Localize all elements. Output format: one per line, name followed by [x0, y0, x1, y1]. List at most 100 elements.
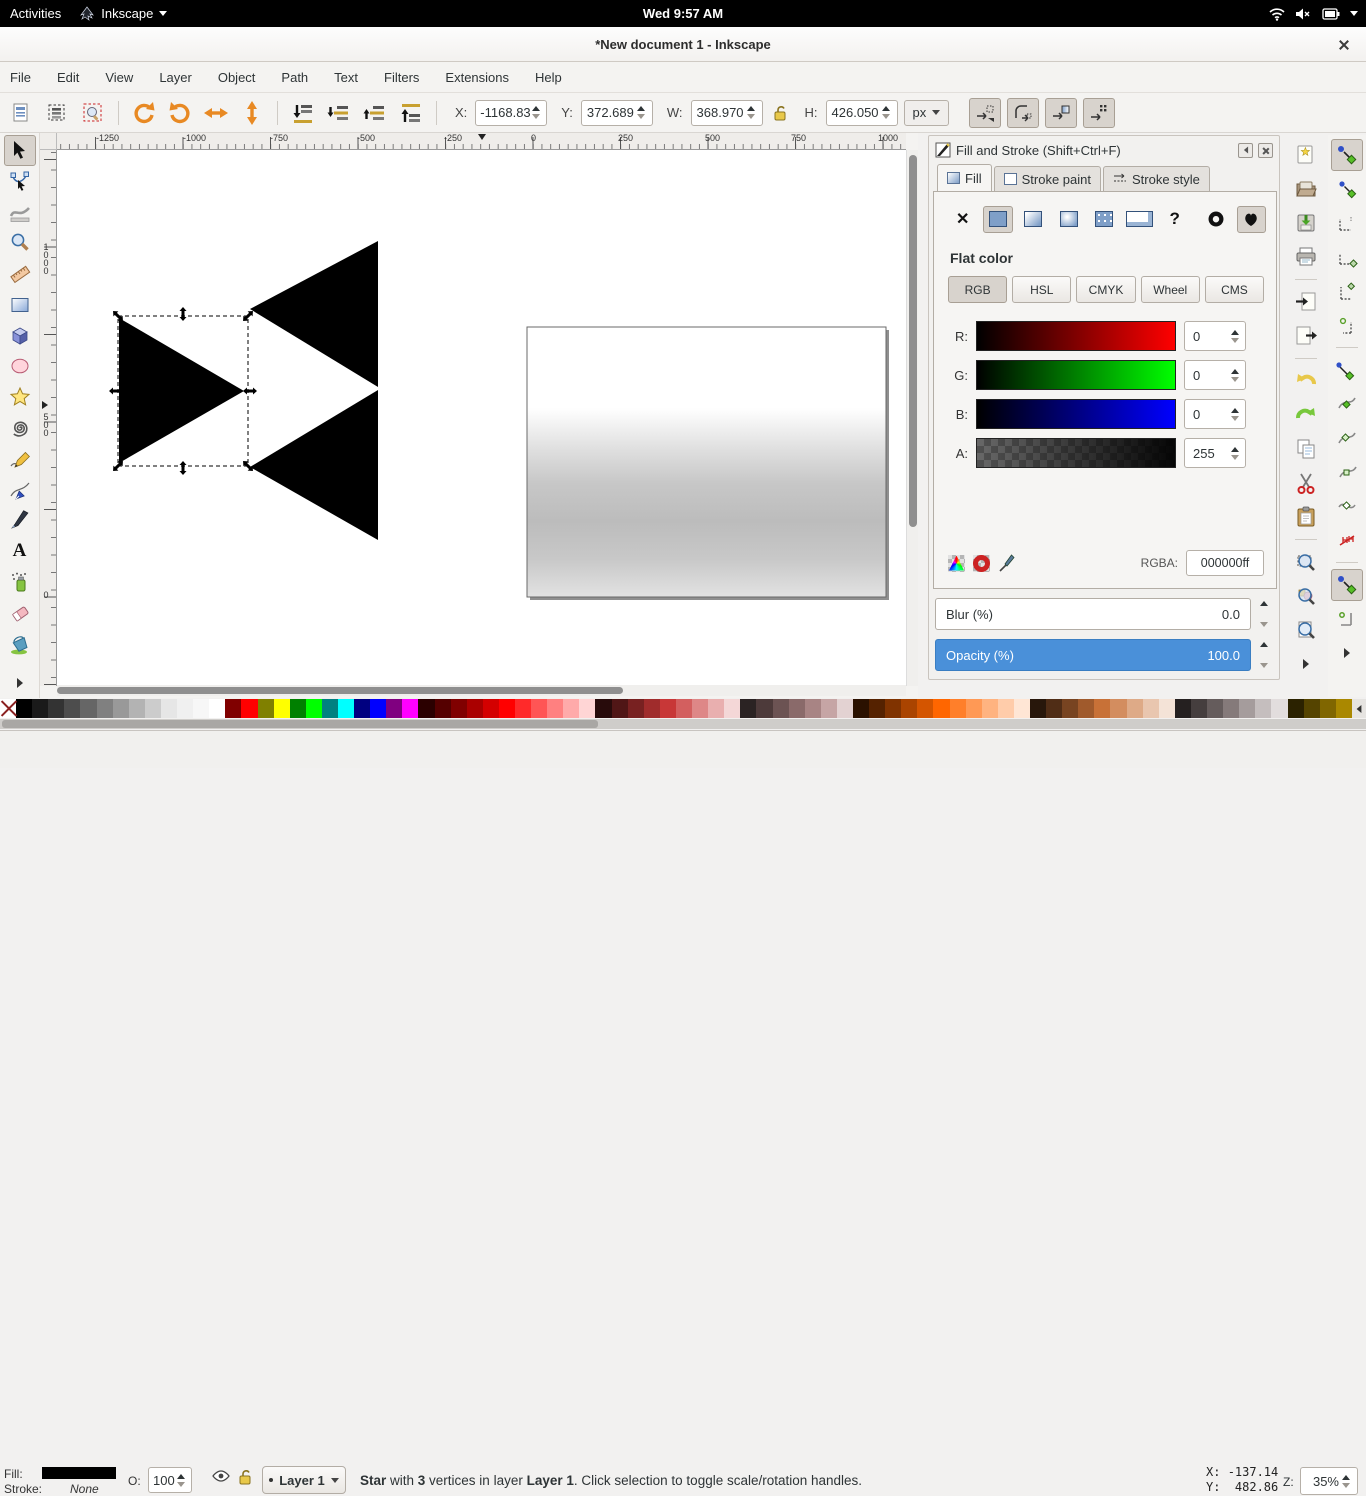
palette-swatch[interactable]: [1336, 699, 1352, 718]
snap-page-border-button[interactable]: [1331, 603, 1363, 635]
unit-dropdown[interactable]: px: [904, 100, 950, 126]
fill-rule-evenodd-button[interactable]: [1201, 206, 1230, 233]
palette-swatch[interactable]: [547, 699, 563, 718]
palette-swatch[interactable]: [48, 699, 64, 718]
rectangle-tool[interactable]: [4, 289, 36, 320]
document-open-button[interactable]: [1290, 173, 1322, 205]
palette-swatch[interactable]: [756, 699, 772, 718]
menu-view[interactable]: View: [105, 70, 133, 85]
zoom-tool[interactable]: [4, 228, 36, 259]
mode-cms[interactable]: CMS: [1205, 276, 1264, 303]
palette-swatch[interactable]: [193, 699, 209, 718]
palette-swatch[interactable]: [950, 699, 966, 718]
paint-radial-gradient-button[interactable]: [1054, 206, 1083, 233]
selector-tool[interactable]: [4, 135, 36, 166]
rotate-ccw-button[interactable]: [129, 98, 159, 128]
palette-swatch[interactable]: [1014, 699, 1030, 718]
snap-bbox-centers-button[interactable]: [1331, 309, 1363, 341]
spiral-tool[interactable]: [4, 412, 36, 443]
spin-down-icon[interactable]: [1260, 622, 1268, 627]
palette-swatch[interactable]: [80, 699, 96, 718]
lock-ratio-button[interactable]: [769, 98, 791, 128]
tab-fill[interactable]: Fill: [937, 164, 992, 191]
palette-swatch[interactable]: [660, 699, 676, 718]
window-close-button[interactable]: [1334, 35, 1354, 55]
spin-up-icon[interactable]: [177, 1474, 185, 1479]
palette-swatch[interactable]: [982, 699, 998, 718]
spin-up-icon[interactable]: [1231, 330, 1239, 335]
fill-rule-nonzero-button[interactable]: [1237, 206, 1266, 233]
palette-swatch[interactable]: [354, 699, 370, 718]
palette-swatch[interactable]: [515, 699, 531, 718]
spin-up-icon[interactable]: [1231, 447, 1239, 452]
blur-spinner[interactable]: [1255, 598, 1273, 630]
palette-swatch[interactable]: [628, 699, 644, 718]
mode-wheel[interactable]: Wheel: [1141, 276, 1200, 303]
palette-swatch[interactable]: [644, 699, 660, 718]
palette-swatch[interactable]: [1094, 699, 1110, 718]
layer-lock-toggle[interactable]: [238, 1469, 252, 1485]
document-new-button[interactable]: [1290, 139, 1322, 171]
palette-swatch[interactable]: [322, 699, 338, 718]
spin-up-icon[interactable]: [882, 106, 890, 111]
move-patterns-toggle[interactable]: [1083, 98, 1115, 128]
flip-horizontal-button[interactable]: [201, 98, 231, 128]
current-layer-dropdown[interactable]: Layer 1: [262, 1466, 346, 1494]
scale-stroke-toggle[interactable]: [969, 98, 1001, 128]
spin-up-icon[interactable]: [1231, 408, 1239, 413]
paint-linear-gradient-button[interactable]: [1019, 206, 1048, 233]
paint-none-button[interactable]: ✕: [948, 206, 977, 233]
text-tool[interactable]: A: [4, 536, 36, 567]
palette-swatch[interactable]: [1175, 699, 1191, 718]
zoom-field[interactable]: 35%: [1300, 1467, 1358, 1495]
spin-up-icon[interactable]: [637, 106, 645, 111]
spin-down-icon[interactable]: [1231, 377, 1239, 382]
palette-swatch[interactable]: [258, 699, 274, 718]
red-value-field[interactable]: 0: [1184, 321, 1246, 351]
palette-swatch[interactable]: [901, 699, 917, 718]
zoom-page-button[interactable]: [1290, 614, 1322, 646]
selected-star-shape[interactable]: [119, 318, 244, 463]
object-opacity-field[interactable]: 100: [148, 1467, 192, 1493]
palette-swatch-none[interactable]: [0, 699, 16, 718]
x-field[interactable]: -1168.83: [475, 100, 547, 126]
system-tray[interactable]: [1269, 0, 1358, 27]
spin-up-icon[interactable]: [1260, 601, 1268, 606]
palette-swatch[interactable]: [692, 699, 708, 718]
palette-swatch[interactable]: [418, 699, 434, 718]
menu-path[interactable]: Path: [281, 70, 308, 85]
snap-bbox-edges-button[interactable]: [1331, 207, 1363, 239]
eraser-tool[interactable]: [4, 597, 36, 628]
export-button[interactable]: [1290, 320, 1322, 352]
palette-swatch[interactable]: [129, 699, 145, 718]
snap-enable-button[interactable]: [1331, 139, 1363, 171]
alpha-slider[interactable]: [976, 438, 1176, 468]
palette-swatch[interactable]: [869, 699, 885, 718]
spin-down-icon[interactable]: [177, 1482, 185, 1487]
snap-smooth-nodes-button[interactable]: [1331, 490, 1363, 522]
palette-swatch[interactable]: [676, 699, 692, 718]
lower-to-bottom-button[interactable]: [288, 98, 318, 128]
layer-visibility-toggle[interactable]: [212, 1469, 230, 1483]
palette-swatch[interactable]: [563, 699, 579, 718]
spin-down-icon[interactable]: [1231, 455, 1239, 460]
zoom-drawing-button[interactable]: [1290, 580, 1322, 612]
tab-stroke-style[interactable]: Stroke style: [1103, 166, 1210, 191]
palette-swatch[interactable]: [531, 699, 547, 718]
palette-scrollbar[interactable]: [0, 719, 1366, 729]
palette-swatch[interactable]: [113, 699, 129, 718]
palette-swatch[interactable]: [1304, 699, 1320, 718]
palette-swatch[interactable]: [290, 699, 306, 718]
raise-step-button[interactable]: [360, 98, 390, 128]
lower-step-button[interactable]: [324, 98, 354, 128]
paint-bucket-tool[interactable]: [4, 628, 36, 659]
palette-swatch[interactable]: [998, 699, 1014, 718]
snap-bbox-edge-midpoints-button[interactable]: [1331, 275, 1363, 307]
calligraphy-tool[interactable]: [4, 505, 36, 536]
menu-help[interactable]: Help: [535, 70, 562, 85]
spin-up-icon[interactable]: [1231, 369, 1239, 374]
palette-swatch[interactable]: [1127, 699, 1143, 718]
document-save-button[interactable]: [1290, 207, 1322, 239]
menu-filters[interactable]: Filters: [384, 70, 419, 85]
palette-swatch[interactable]: [97, 699, 113, 718]
